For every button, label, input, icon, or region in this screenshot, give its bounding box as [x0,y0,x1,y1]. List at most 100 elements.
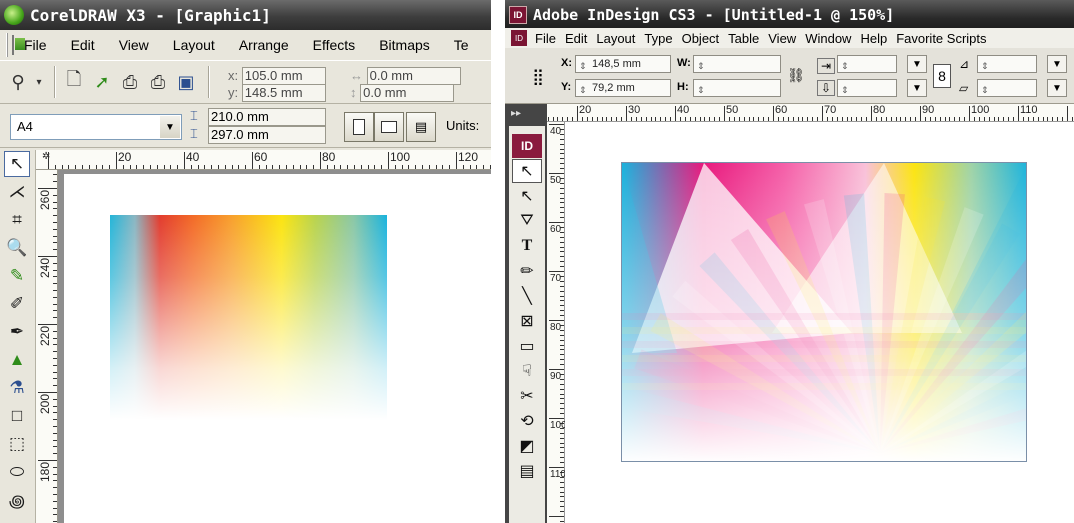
indesign-titlebar[interactable]: ID Adobe InDesign CS3 - [Untitled-1 @ 15… [505,0,1074,30]
pick-tool-icon[interactable]: ↖ [4,151,30,177]
shape-tool-icon[interactable]: ⋌ [4,179,30,205]
portrait-button[interactable] [344,112,374,142]
menu-view[interactable]: View [768,31,796,46]
crop-tool-icon[interactable]: ⌗ [4,207,30,233]
rectangle-tool-icon[interactable]: □ [4,403,30,429]
menu-bitmaps[interactable]: Bitmaps [379,37,430,53]
h-field[interactable]: ⇕ [693,79,781,97]
direct-selection-tool-icon[interactable]: ↖ [512,184,542,208]
link-icon[interactable]: 8 [933,64,951,88]
vertical-ruler[interactable]: 40 50 60 70 80 90 100 110 [547,122,567,523]
import-icon[interactable]: ➚ [90,70,114,94]
spinner-icon[interactable]: ⇕ [841,58,849,74]
rectangle-tool-icon[interactable]: ▭ [512,334,542,358]
constrain-proportions-icon[interactable]: ⛓ [787,66,805,84]
x-position-field[interactable]: x: 105.0 mm [228,67,326,85]
artwork-frame[interactable] [621,162,1027,462]
freehand-tool-icon[interactable]: ✎ [4,263,30,289]
horizontal-ruler[interactable]: ✲ 20 40 60 80 100 120 [36,150,491,170]
menu-layout[interactable]: Layout [596,31,635,46]
zoom-tool-icon[interactable]: 🔍 [4,235,30,261]
interactive-fill-tool-icon[interactable]: ▲ [4,347,30,373]
menu-help[interactable]: Help [860,31,887,46]
y-position-field[interactable]: y: 148.5 mm [228,84,326,102]
ellipse-tool-icon[interactable]: ⬭ [4,459,30,485]
menu-object[interactable]: Object [682,31,720,46]
ruler-origin-icon[interactable]: ✲ [42,151,50,162]
menu-layout[interactable]: Layout [173,37,215,53]
menu-file[interactable]: File [535,31,556,46]
coreldraw-titlebar[interactable]: CorelDRAW X3 - [Graphic1] [0,0,491,30]
menubar-grip[interactable] [6,33,8,57]
menu-favorite-scripts[interactable]: Favorite Scripts [896,31,986,46]
y-field[interactable]: ⇕ 79,2 mm [575,79,671,97]
drawing-canvas[interactable] [565,122,1074,523]
gradient-rectangle[interactable] [110,215,387,420]
page-height-value[interactable]: 297.0 mm [208,126,326,144]
menu-text[interactable]: Te [454,37,469,53]
menu-view[interactable]: View [119,37,149,53]
object-width-field[interactable]: ↔ 0.0 mm [350,67,461,85]
menu-arrange[interactable]: Arrange [239,37,289,53]
horizontal-ruler[interactable]: 20 30 40 50 60 70 80 90 100 110 [547,104,1074,122]
spinner-icon[interactable]: ⇕ [697,58,705,74]
page-width-value[interactable]: 210.0 mm [208,108,326,126]
spinner-icon[interactable]: ⇕ [579,58,587,74]
reference-point-icon[interactable]: ⣿ [527,66,549,88]
copy-properties-icon[interactable]: ▣ [174,70,198,94]
menu-table[interactable]: Table [728,31,759,46]
landscape-button[interactable] [374,112,404,142]
chevron-down-icon[interactable]: ▼ [1047,79,1067,97]
page-layout-button[interactable]: ▤ [406,112,436,142]
object-height-field[interactable]: ↕ 0.0 mm [350,84,455,102]
pen-tool-icon[interactable]: ⛛ [512,209,542,233]
line-tool-icon[interactable]: ╲ [512,284,542,308]
chevron-down-icon[interactable]: ▼ [1047,55,1067,73]
spiral-tool-icon[interactable]: ꩜ [4,487,30,513]
page-height-field[interactable]: ⌶ 297.0 mm [190,126,326,144]
pencil-tool-icon[interactable]: ✏ [512,259,542,283]
export-icon[interactable]: ⎙ [118,70,142,94]
graph-paper-tool-icon[interactable]: ⬚ [4,431,30,457]
chevron-down-icon[interactable]: ▼ [160,116,180,138]
page-width-field[interactable]: ⌶ 210.0 mm [190,108,326,126]
smart-fill-tool-icon[interactable]: ✐ [4,291,30,317]
print-icon[interactable]: ⎙ [146,70,170,94]
chevron-down-icon[interactable]: ▼ [907,55,927,73]
menu-effects[interactable]: Effects [313,37,356,53]
menu-window[interactable]: Window [805,31,851,46]
w-field[interactable]: ⇕ [693,55,781,73]
gradient-tool-icon[interactable]: ◩ [512,434,542,458]
menu-edit[interactable]: Edit [565,31,587,46]
scissors-tool-icon[interactable]: ✂ [512,384,542,408]
note-tool-icon[interactable]: ▤ [512,459,542,483]
x-field[interactable]: ⇕ 148,5 mm [575,55,671,73]
application-launcher-icon[interactable]: ⚲ [6,70,30,94]
eyedropper-tool-icon[interactable]: ⚗ [4,375,30,401]
x-value[interactable]: 105.0 mm [241,67,326,85]
spinner-icon[interactable]: ⇕ [841,82,849,98]
spinner-icon[interactable]: ⇕ [981,58,989,74]
indesign-app-menu-icon[interactable]: ID [511,30,527,46]
shear-field[interactable]: ⇕ [977,79,1037,97]
dropdown-arrow-icon[interactable]: ▾ [34,70,44,94]
spinner-icon[interactable]: ⇕ [981,82,989,98]
rotation-field[interactable]: ⇕ [977,55,1037,73]
vertical-ruler[interactable]: 260 240 220 200 180 [36,170,58,523]
artistic-media-tool-icon[interactable]: ✒ [4,319,30,345]
paper-size-select[interactable]: A4 ▼ [10,114,182,140]
button-tool-icon[interactable]: ☟ [512,359,542,383]
chevron-down-icon[interactable]: ▼ [907,79,927,97]
free-transform-tool-icon[interactable]: ⟲ [512,409,542,433]
menu-type[interactable]: Type [644,31,672,46]
y-value[interactable]: 148.5 mm [241,84,326,102]
selection-tool-icon[interactable]: ↖ [512,159,542,183]
drawing-canvas[interactable] [58,170,491,523]
menu-file[interactable]: File [24,37,47,53]
new-document-icon[interactable]: 🗋 [62,69,86,94]
height-value[interactable]: 0.0 mm [360,84,455,102]
document-icon[interactable] [12,35,25,55]
spinner-icon[interactable]: ⇕ [697,82,705,98]
collapse-toolbox-icon[interactable]: ▸▸ [511,108,521,119]
width-value[interactable]: 0.0 mm [366,67,461,85]
